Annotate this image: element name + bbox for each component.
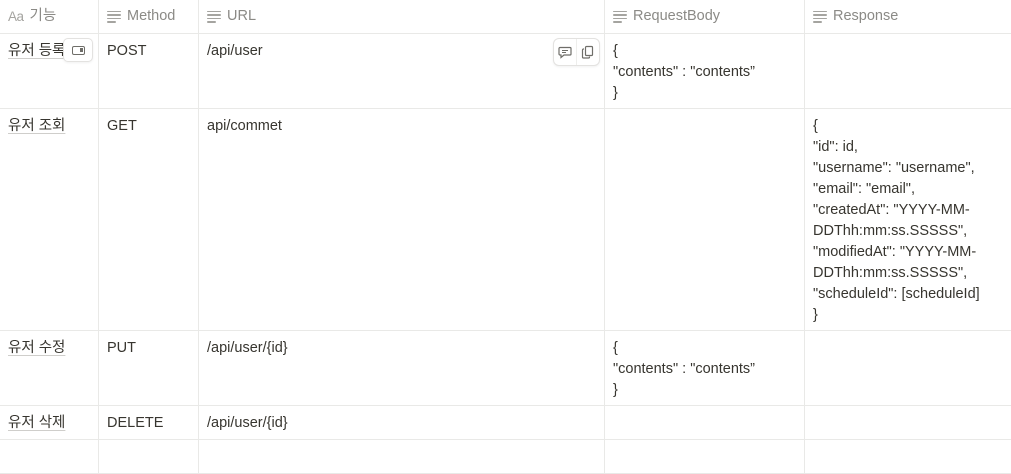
- column-header-url[interactable]: URL: [199, 0, 605, 33]
- cell-response[interactable]: [805, 34, 1011, 108]
- cell-url[interactable]: /api/user: [199, 34, 605, 108]
- row-title[interactable]: 유저 수정: [8, 340, 65, 356]
- cell-requestbody[interactable]: { "contents" : "contents” }: [605, 34, 805, 108]
- database-table: Aa 기능 Method URL RequestBody Response 유저…: [0, 0, 1011, 474]
- column-header-label: URL: [227, 8, 257, 24]
- row-title[interactable]: 유저 삭제: [8, 415, 65, 431]
- cell-response[interactable]: { "id": id, "username": "username", "ema…: [805, 109, 1011, 330]
- table-row[interactable]: 유저 조회 GET api/commet { "id": id, "userna…: [0, 109, 1011, 331]
- cell-requestbody[interactable]: [605, 440, 805, 473]
- cell-feature[interactable]: 유저 삭제: [0, 406, 99, 439]
- column-header-label: 기능: [29, 8, 57, 24]
- column-header-method[interactable]: Method: [99, 0, 199, 33]
- column-header-feature[interactable]: Aa 기능: [0, 0, 99, 33]
- comment-icon: [558, 46, 572, 59]
- table-header-row: Aa 기능 Method URL RequestBody Response: [0, 0, 1011, 34]
- cell-method[interactable]: POST: [99, 34, 199, 108]
- cell-response[interactable]: [805, 406, 1011, 439]
- cell-method[interactable]: DELETE: [99, 406, 199, 439]
- text-lines-icon: [207, 10, 221, 24]
- cell-method[interactable]: GET: [99, 109, 199, 330]
- column-header-label: Response: [833, 8, 899, 24]
- cell-toolbar: [553, 38, 600, 66]
- table-row[interactable]: [0, 440, 1011, 474]
- cell-response[interactable]: [805, 331, 1011, 405]
- cell-url[interactable]: /api/user/{id}: [199, 331, 605, 405]
- open-page-icon: [71, 45, 85, 55]
- cell-requestbody[interactable]: [605, 109, 805, 330]
- cell-feature[interactable]: 유저 등록: [0, 34, 99, 108]
- cell-feature[interactable]: 유저 수정: [0, 331, 99, 405]
- comment-button[interactable]: [554, 39, 576, 65]
- cell-url[interactable]: [199, 440, 605, 473]
- table-row[interactable]: 유저 수정 PUT /api/user/{id} { "contents" : …: [0, 331, 1011, 406]
- cell-url-text: /api/user: [207, 43, 263, 59]
- column-header-label: Method: [127, 8, 176, 24]
- cell-feature[interactable]: [0, 440, 99, 473]
- cell-url[interactable]: api/commet: [199, 109, 605, 330]
- text-lines-icon: [613, 10, 627, 24]
- cell-method[interactable]: [99, 440, 199, 473]
- column-header-label: RequestBody: [633, 8, 721, 24]
- text-lines-icon: [107, 10, 121, 24]
- row-title[interactable]: 유저 등록: [8, 43, 65, 59]
- table-row[interactable]: 유저 등록 POST /api/user {"contents": "con…: [0, 34, 1011, 109]
- column-header-requestbody[interactable]: RequestBody: [605, 0, 805, 33]
- copy-button[interactable]: [576, 39, 599, 65]
- row-title[interactable]: 유저 조회: [8, 118, 65, 134]
- cell-response[interactable]: [805, 440, 1011, 473]
- column-header-response[interactable]: Response: [805, 0, 1011, 33]
- title-aa-icon: Aa: [8, 9, 24, 24]
- cell-requestbody[interactable]: [605, 406, 805, 439]
- cell-feature[interactable]: 유저 조회: [0, 109, 99, 330]
- copy-icon: [581, 45, 594, 59]
- text-lines-icon: [813, 10, 827, 24]
- cell-requestbody[interactable]: { "contents" : "contents” }: [605, 331, 805, 405]
- cell-url[interactable]: /api/user/{id}: [199, 406, 605, 439]
- open-page-button[interactable]: [63, 38, 93, 62]
- cell-method[interactable]: PUT: [99, 331, 199, 405]
- table-row[interactable]: 유저 삭제 DELETE /api/user/{id}: [0, 406, 1011, 440]
